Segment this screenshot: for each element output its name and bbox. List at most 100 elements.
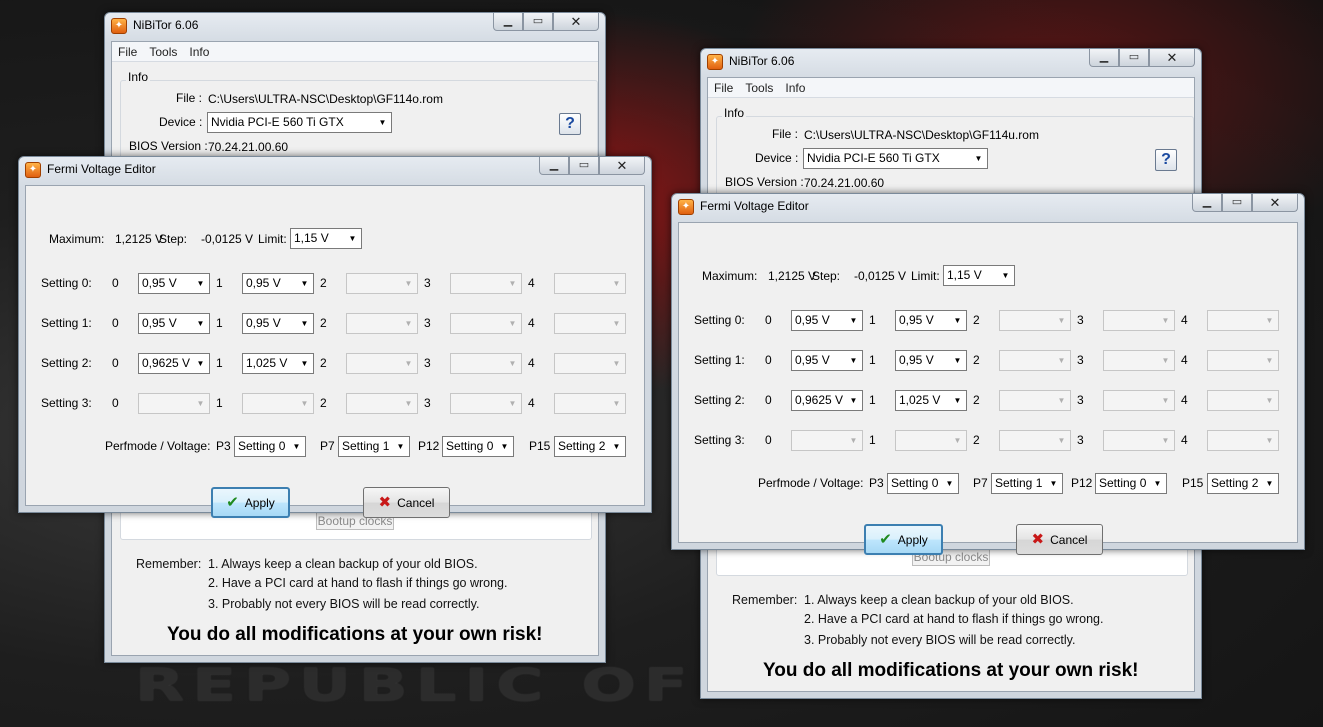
- chevron-down-icon: ▼: [300, 319, 309, 328]
- setting-0-slot-3-select[interactable]: ▼: [1103, 310, 1175, 331]
- setting-0-slot-0-select-value: 0,95 V: [795, 313, 830, 327]
- close-icon[interactable]: ✕: [553, 13, 599, 31]
- apply-button[interactable]: ✔ Apply: [864, 524, 943, 555]
- setting-0-slot-4-select[interactable]: ▼: [1207, 310, 1279, 331]
- setting-2-slot-0-select[interactable]: 0,9625 V ▼: [791, 390, 863, 411]
- minimize-icon[interactable]: ▁: [1192, 194, 1222, 212]
- perf-p7-select[interactable]: Setting 1 ▼: [338, 436, 410, 457]
- setting-2-slot-4-select[interactable]: ▼: [554, 353, 626, 374]
- help-icon[interactable]: ?: [559, 113, 581, 135]
- setting-0-slot-2-select[interactable]: ▼: [346, 273, 418, 294]
- setting-1-slot-3-select[interactable]: ▼: [1103, 350, 1175, 371]
- setting-1-slot-1-select[interactable]: 0,95 V ▼: [895, 350, 967, 371]
- setting-1-slot-2-select[interactable]: ▼: [346, 313, 418, 334]
- setting-3-slot-4-select[interactable]: ▼: [554, 393, 626, 414]
- setting-1-slot-1-select[interactable]: 0,95 V ▼: [242, 313, 314, 334]
- setting-0-slot-1-select-value: 0,95 V: [899, 313, 934, 327]
- title-bar[interactable]: ✦ Fermi Voltage Editor ▁ ▭ ✕: [672, 194, 1304, 220]
- setting-1-slot-3-select[interactable]: ▼: [450, 313, 522, 334]
- minimize-icon[interactable]: ▁: [493, 13, 523, 31]
- setting-index-3: 3: [1077, 313, 1084, 327]
- setting-0-slot-1-select[interactable]: 0,95 V ▼: [242, 273, 314, 294]
- maximize-icon[interactable]: ▭: [569, 157, 599, 175]
- menu-info[interactable]: Info: [785, 81, 805, 95]
- setting-index-2: 2: [320, 396, 327, 410]
- perf-p3-select[interactable]: Setting 0 ▼: [234, 436, 306, 457]
- setting-2-slot-2-select[interactable]: ▼: [999, 390, 1071, 411]
- perf-p15-label: P15: [529, 439, 551, 453]
- setting-1-slot-0-select[interactable]: 0,95 V ▼: [138, 313, 210, 334]
- setting-0-slot-1-select[interactable]: 0,95 V ▼: [895, 310, 967, 331]
- minimize-icon[interactable]: ▁: [1089, 49, 1119, 67]
- setting-1-slot-4-select[interactable]: ▼: [554, 313, 626, 334]
- setting-2-slot-4-select[interactable]: ▼: [1207, 390, 1279, 411]
- limit-select[interactable]: 1,15 V ▼: [290, 228, 362, 249]
- remember-label: Remember:: [136, 557, 202, 571]
- device-select[interactable]: Nvidia PCI-E 560 Ti GTX ▼: [803, 148, 988, 169]
- menu-file[interactable]: File: [714, 81, 733, 95]
- perf-p3-label: P3: [869, 476, 884, 490]
- chevron-down-icon: ▼: [300, 279, 309, 288]
- menu-tools[interactable]: Tools: [745, 81, 773, 95]
- chevron-down-icon: ▼: [196, 319, 205, 328]
- close-icon[interactable]: ✕: [1252, 194, 1298, 212]
- setting-0-slot-0-select[interactable]: 0,95 V ▼: [138, 273, 210, 294]
- setting-1-slot-2-select[interactable]: ▼: [999, 350, 1071, 371]
- step-label: Step:: [159, 232, 188, 246]
- perf-p15-select[interactable]: Setting 2 ▼: [1207, 473, 1279, 494]
- setting-3-slot-3-select[interactable]: ▼: [1103, 430, 1175, 451]
- perf-p3-select-value: Setting 0: [238, 439, 286, 453]
- setting-0-slot-0-select[interactable]: 0,95 V ▼: [791, 310, 863, 331]
- title-bar[interactable]: ✦ Fermi Voltage Editor ▁ ▭ ✕: [19, 157, 651, 183]
- setting-3-slot-2-select[interactable]: ▼: [999, 430, 1071, 451]
- setting-3-slot-1-select[interactable]: ▼: [895, 430, 967, 451]
- setting-2-slot-3-select[interactable]: ▼: [450, 353, 522, 374]
- setting-1-slot-4-select[interactable]: ▼: [1207, 350, 1279, 371]
- minimize-icon[interactable]: ▁: [539, 157, 569, 175]
- menu-file[interactable]: File: [118, 45, 137, 59]
- maximum-label: Maximum:: [49, 232, 105, 246]
- info-group-label: Info: [126, 70, 151, 84]
- checkmark-icon: ✔: [226, 494, 239, 511]
- cancel-button[interactable]: ✖ Cancel: [1016, 524, 1103, 555]
- bios-version-label: BIOS Version :: [129, 139, 208, 153]
- setting-2-slot-1-select[interactable]: 1,025 V ▼: [895, 390, 967, 411]
- setting-2-slot-0-select[interactable]: 0,9625 V ▼: [138, 353, 210, 374]
- setting-3-slot-0-select[interactable]: ▼: [138, 393, 210, 414]
- setting-3-slot-3-select[interactable]: ▼: [450, 393, 522, 414]
- perf-p15-select[interactable]: Setting 2 ▼: [554, 436, 626, 457]
- setting-2-label: Setting 2:: [41, 356, 92, 370]
- setting-3-slot-4-select[interactable]: ▼: [1207, 430, 1279, 451]
- menu-tools[interactable]: Tools: [149, 45, 177, 59]
- perf-p7-select[interactable]: Setting 1 ▼: [991, 473, 1063, 494]
- title-bar[interactable]: ✦ NiBiTor 6.06 ▁ ▭ ✕: [105, 13, 605, 39]
- limit-select[interactable]: 1,15 V ▼: [943, 265, 1015, 286]
- title-bar[interactable]: ✦ NiBiTor 6.06 ▁ ▭ ✕: [701, 49, 1201, 75]
- apply-button[interactable]: ✔ Apply: [211, 487, 290, 518]
- setting-2-slot-2-select[interactable]: ▼: [346, 353, 418, 374]
- maximize-icon[interactable]: ▭: [523, 13, 553, 31]
- setting-0-slot-2-select[interactable]: ▼: [999, 310, 1071, 331]
- setting-3-slot-2-select[interactable]: ▼: [346, 393, 418, 414]
- setting-0-slot-4-select[interactable]: ▼: [554, 273, 626, 294]
- cross-icon: ✖: [378, 494, 392, 511]
- device-select[interactable]: Nvidia PCI-E 560 Ti GTX ▼: [207, 112, 392, 133]
- perf-p12-select[interactable]: Setting 0 ▼: [442, 436, 514, 457]
- setting-3-slot-0-select[interactable]: ▼: [791, 430, 863, 451]
- help-icon[interactable]: ?: [1155, 149, 1177, 171]
- menu-info[interactable]: Info: [189, 45, 209, 59]
- perf-p3-select[interactable]: Setting 0 ▼: [887, 473, 959, 494]
- setting-1-label: Setting 1:: [41, 316, 92, 330]
- cancel-button[interactable]: ✖ Cancel: [363, 487, 450, 518]
- setting-2-slot-3-select[interactable]: ▼: [1103, 390, 1175, 411]
- maximize-icon[interactable]: ▭: [1222, 194, 1252, 212]
- setting-3-slot-1-select[interactable]: ▼: [242, 393, 314, 414]
- setting-2-slot-1-select[interactable]: 1,025 V ▼: [242, 353, 314, 374]
- setting-0-slot-3-select[interactable]: ▼: [450, 273, 522, 294]
- close-icon[interactable]: ✕: [599, 157, 645, 175]
- perf-p15-select-value: Setting 2: [1211, 476, 1259, 490]
- close-icon[interactable]: ✕: [1149, 49, 1195, 67]
- maximize-icon[interactable]: ▭: [1119, 49, 1149, 67]
- setting-1-slot-0-select[interactable]: 0,95 V ▼: [791, 350, 863, 371]
- perf-p12-select[interactable]: Setting 0 ▼: [1095, 473, 1167, 494]
